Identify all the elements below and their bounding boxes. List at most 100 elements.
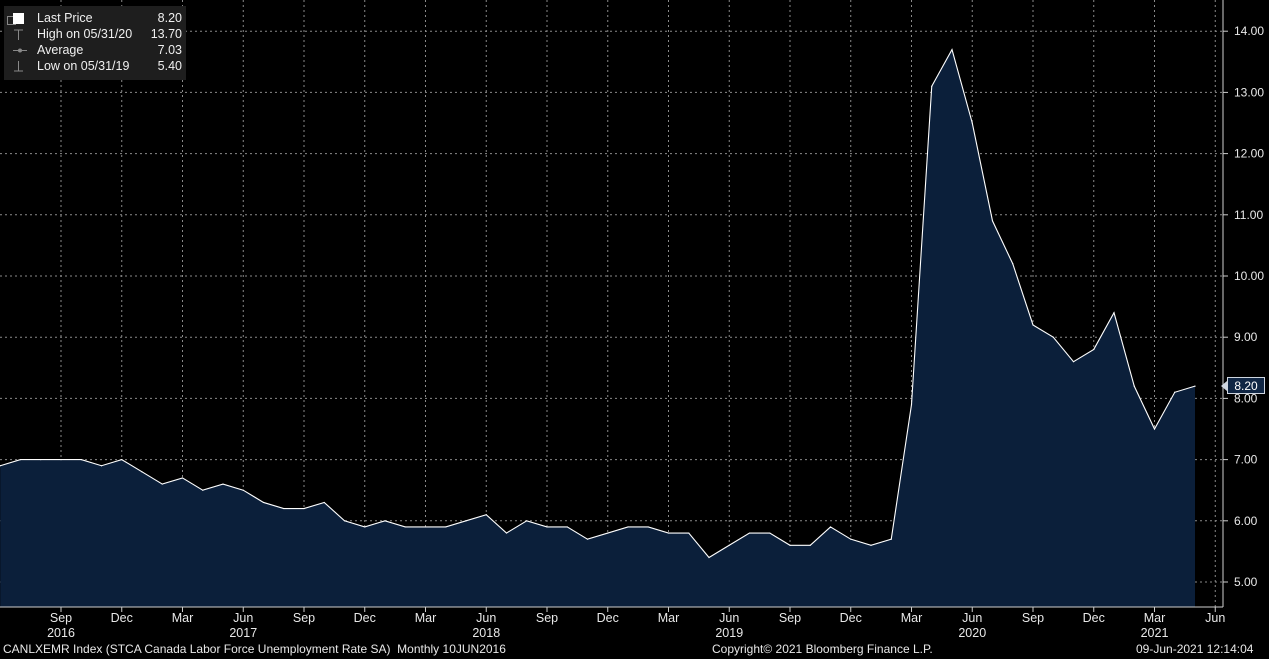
data-point [1072, 361, 1075, 363]
data-point [728, 544, 730, 546]
data-point [40, 459, 42, 461]
y-tick-label: 5.00 [1234, 575, 1258, 589]
legend-high[interactable]: High on 05/31/20 13.70 [4, 27, 186, 43]
x-month-label: Dec [111, 611, 133, 625]
legend-last-price-value: 8.20 [157, 11, 182, 25]
x-month-label: Mar [901, 611, 923, 625]
x-month-label: Dec [840, 611, 862, 625]
data-point [1153, 428, 1156, 430]
y-tick-label: 6.00 [1234, 514, 1258, 528]
x-month-label: Mar [172, 611, 194, 625]
data-point [404, 526, 406, 528]
x-year-label: 2016 [47, 626, 75, 640]
data-point [809, 544, 811, 546]
y-tick-label: 10.00 [1234, 269, 1264, 283]
data-point [1032, 324, 1034, 326]
data-point [202, 489, 204, 491]
data-point [505, 532, 508, 534]
x-year-label: 2018 [472, 626, 500, 640]
data-point [1093, 348, 1095, 351]
legend-average-value: 7.03 [157, 43, 182, 57]
data-point [1113, 312, 1115, 314]
data-point [647, 526, 649, 528]
x-month-label: Jun [719, 611, 739, 625]
y-tick-label: 13.00 [1234, 85, 1264, 99]
data-point [931, 85, 933, 87]
data-point [19, 459, 22, 461]
data-point [1012, 263, 1014, 265]
average-marker-icon [13, 48, 27, 53]
data-point [789, 544, 791, 546]
legend-low-value: 5.40 [157, 59, 182, 73]
data-point [181, 477, 184, 479]
area-fill [0, 49, 1195, 608]
y-tick-label: 14.00 [1234, 24, 1264, 38]
legend-high-value: 13.70 [150, 27, 182, 41]
x-month-label: Jun [233, 611, 253, 625]
x-month-label: Sep [293, 611, 315, 625]
x-month-label: Mar [658, 611, 680, 625]
data-point [870, 544, 872, 546]
legend-last-price[interactable]: Last Price 8.20 [4, 11, 186, 27]
x-month-label: Sep [1022, 611, 1044, 625]
data-point [607, 532, 609, 534]
data-point [485, 514, 487, 516]
data-point [566, 526, 568, 528]
data-point [303, 507, 305, 510]
legend-low[interactable]: Low on 05/31/19 5.40 [4, 59, 186, 75]
data-point [748, 532, 751, 534]
x-year-label: 2020 [958, 626, 986, 640]
data-point [465, 520, 467, 522]
y-tick-label: 11.00 [1234, 208, 1263, 222]
data-point [667, 532, 670, 534]
chart-legend: Last Price 8.20 High on 05/31/20 13.70 A… [4, 6, 186, 80]
footer-copyright: Copyright© 2021 Bloomberg Finance L.P. [712, 642, 933, 656]
legend-low-label: Low on 05/31/19 [37, 59, 130, 73]
data-point [141, 471, 143, 473]
x-month-label: Jun [476, 611, 496, 625]
data-point [283, 507, 285, 510]
x-month-label: Sep [50, 611, 72, 625]
footer-ticker: CANLXEMR Index (STCA Canada Labor Force … [3, 642, 506, 656]
data-point [384, 520, 386, 522]
data-point [242, 489, 244, 491]
data-point [445, 526, 447, 528]
x-month-label: Dec [597, 611, 619, 625]
data-point [364, 526, 366, 528]
high-marker-icon [14, 29, 23, 40]
data-point [323, 501, 325, 504]
data-point [627, 526, 629, 528]
data-point [343, 520, 346, 522]
data-point [80, 459, 82, 461]
x-year-label: 2017 [229, 626, 257, 640]
data-point [1194, 385, 1196, 387]
data-point [1133, 385, 1135, 387]
low-marker-icon [14, 61, 23, 72]
last-value-marker: 8.20 [1221, 377, 1265, 394]
x-month-label: Sep [536, 611, 558, 625]
y-tick-label: 12.00 [1234, 147, 1264, 161]
data-point [951, 48, 953, 51]
y-tick-label: 7.00 [1234, 453, 1258, 467]
data-point [121, 459, 123, 461]
data-point [161, 483, 163, 485]
data-point [850, 538, 852, 540]
data-point [100, 465, 103, 467]
data-point [1174, 391, 1176, 393]
data-point [1052, 336, 1054, 338]
white-square-icon [13, 13, 24, 24]
price-area [0, 48, 1196, 608]
y-tick-label: 9.00 [1234, 330, 1258, 344]
data-point [526, 520, 528, 522]
data-point [546, 526, 548, 528]
x-month-label: Sep [779, 611, 801, 625]
data-point [262, 501, 265, 504]
x-month-label: Dec [1083, 611, 1105, 625]
legend-average[interactable]: Average 7.03 [4, 43, 186, 59]
price-chart: 5.006.007.008.009.0010.0011.0012.0013.00… [0, 0, 1264, 640]
x-year-label: 2019 [715, 626, 743, 640]
data-point [910, 403, 913, 406]
legend-average-label: Average [37, 43, 84, 57]
x-month-label: Mar [415, 611, 437, 625]
data-point [222, 483, 224, 485]
